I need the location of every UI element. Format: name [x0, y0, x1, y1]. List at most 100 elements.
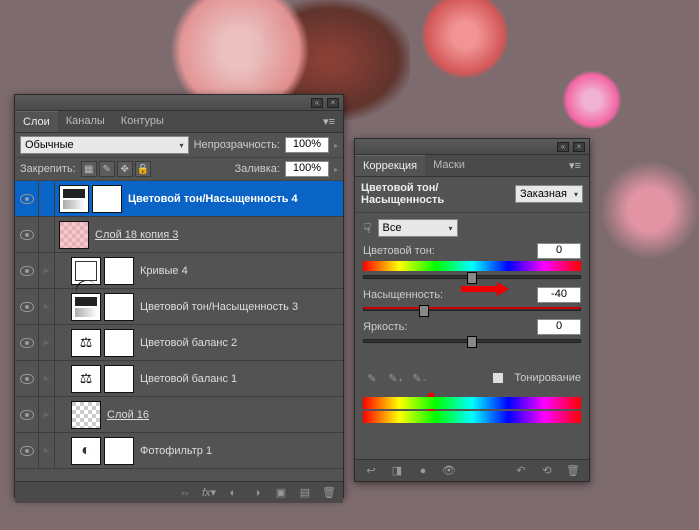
visibility-toggle[interactable]: [15, 217, 39, 252]
layer-thumbnail[interactable]: [71, 257, 101, 285]
colorize-checkbox[interactable]: [492, 372, 504, 384]
lock-all-icon[interactable]: 🔒: [135, 161, 151, 177]
layer-thumbnail[interactable]: [71, 365, 101, 393]
tab-masks[interactable]: Маски: [425, 155, 473, 176]
close-icon[interactable]: ×: [327, 98, 339, 108]
layer-row[interactable]: ▹ Кривые 4: [15, 253, 343, 289]
lock-position-icon[interactable]: ✥: [117, 161, 133, 177]
layer-thumbnail[interactable]: [71, 329, 101, 357]
saturation-input[interactable]: -40: [537, 287, 581, 303]
clip-icon[interactable]: ◨: [387, 463, 407, 479]
layer-style-icon[interactable]: fx▾: [199, 485, 219, 501]
layer-row[interactable]: Слой 18 копия 3: [15, 217, 343, 253]
targeted-adjust-icon[interactable]: ☟: [363, 220, 372, 237]
tab-layers[interactable]: Слои: [15, 111, 58, 132]
panel-menu-icon[interactable]: ▾≡: [315, 111, 343, 132]
trash-icon[interactable]: 🗑: [319, 485, 339, 501]
trash-icon[interactable]: 🗑: [563, 463, 583, 479]
chevron-down-icon[interactable]: ▸: [334, 141, 338, 150]
layer-row[interactable]: ▹ Цветовой баланс 2: [15, 325, 343, 361]
opacity-input[interactable]: 100%: [285, 137, 329, 153]
channel-select[interactable]: Все ▾: [378, 219, 458, 237]
link-col[interactable]: [39, 217, 55, 252]
eyedropper-subtract-icon[interactable]: ✎₋: [411, 369, 429, 387]
lock-transparency-icon[interactable]: ▦: [81, 161, 97, 177]
hue-slider[interactable]: [363, 275, 581, 279]
link-col[interactable]: ▹: [39, 289, 55, 324]
layer-row[interactable]: ▹ Слой 16: [15, 397, 343, 433]
visibility-toggle[interactable]: [15, 181, 39, 216]
mask-thumbnail[interactable]: [104, 437, 134, 465]
tab-correction[interactable]: Коррекция: [355, 155, 425, 176]
layer-list[interactable]: Цветовой тон/Насыщенность 4 Слой 18 копия…: [15, 181, 343, 481]
visibility-toggle[interactable]: [15, 253, 39, 288]
hue-input[interactable]: 0: [537, 243, 581, 259]
layers-titlebar[interactable]: « ×: [15, 95, 343, 111]
blend-mode-select[interactable]: Обычные ▾: [20, 136, 189, 154]
layer-name[interactable]: Фотофильтр 1: [134, 445, 339, 457]
tab-paths[interactable]: Контуры: [113, 111, 172, 132]
eyedropper-add-icon[interactable]: ✎₊: [387, 369, 405, 387]
return-arrow-icon[interactable]: ↩: [361, 463, 381, 479]
view-icon[interactable]: ●: [413, 463, 433, 479]
lock-pixels-icon[interactable]: ✎: [99, 161, 115, 177]
layer-thumbnail[interactable]: [71, 401, 101, 429]
lightness-input[interactable]: 0: [537, 319, 581, 335]
visibility-toggle[interactable]: [15, 433, 39, 468]
hue-slider-thumb[interactable]: [467, 272, 477, 284]
layer-name[interactable]: Слой 16: [101, 409, 339, 421]
layer-name[interactable]: Цветовой баланс 2: [134, 337, 339, 349]
adjust-titlebar[interactable]: « ×: [355, 139, 589, 155]
mask-thumbnail[interactable]: [104, 329, 134, 357]
tab-channels[interactable]: Каналы: [58, 111, 113, 132]
layer-name[interactable]: Цветовой баланс 1: [134, 373, 339, 385]
link-col[interactable]: ▹: [39, 253, 55, 288]
layer-row[interactable]: ▹ Фотофильтр 1: [15, 433, 343, 469]
fill-input[interactable]: 100%: [285, 161, 329, 177]
mask-thumbnail[interactable]: [104, 365, 134, 393]
mask-thumbnail[interactable]: [104, 257, 134, 285]
link-col[interactable]: [39, 181, 55, 216]
layer-row[interactable]: Цветовой тон/Насыщенность 4: [15, 181, 343, 217]
eye-icon[interactable]: 👁: [439, 463, 459, 479]
link-col[interactable]: ▹: [39, 433, 55, 468]
layer-thumbnail[interactable]: [59, 185, 89, 213]
collapse-icon[interactable]: «: [311, 98, 323, 108]
layer-name[interactable]: Цветовой тон/Насыщенность 3: [134, 301, 339, 313]
reset-icon[interactable]: ⟲: [537, 463, 557, 479]
mask-thumbnail[interactable]: [92, 185, 122, 213]
panel-menu-icon[interactable]: ▾≡: [561, 155, 589, 176]
layer-row[interactable]: ▹ Цветовой баланс 1: [15, 361, 343, 397]
layer-thumbnail[interactable]: [59, 221, 89, 249]
visibility-toggle[interactable]: [15, 397, 39, 432]
layer-mask-icon[interactable]: ◐: [223, 485, 243, 501]
lightness-slider[interactable]: [363, 339, 581, 343]
eyedropper-icon[interactable]: ✎: [363, 369, 381, 387]
new-layer-icon[interactable]: ▤: [295, 485, 315, 501]
link-layers-icon[interactable]: ⇔: [175, 485, 195, 501]
saturation-slider[interactable]: [363, 307, 581, 311]
layer-thumbnail[interactable]: [71, 437, 101, 465]
visibility-toggle[interactable]: [15, 289, 39, 324]
collapse-icon[interactable]: «: [557, 142, 569, 152]
hue-spectrum: [363, 261, 581, 271]
mask-thumbnail[interactable]: [104, 293, 134, 321]
layer-name[interactable]: Кривые 4: [134, 265, 339, 277]
chevron-down-icon[interactable]: ▸: [334, 165, 338, 174]
layer-name[interactable]: Цветовой тон/Насыщенность 4: [122, 193, 339, 205]
link-col[interactable]: ▹: [39, 361, 55, 396]
link-col[interactable]: ▹: [39, 325, 55, 360]
close-icon[interactable]: ×: [573, 142, 585, 152]
layer-thumbnail[interactable]: [71, 293, 101, 321]
preset-select[interactable]: Заказная ▾: [515, 185, 583, 203]
visibility-toggle[interactable]: [15, 325, 39, 360]
layer-name[interactable]: Слой 18 копия 3: [89, 229, 339, 241]
layer-row[interactable]: ▹ Цветовой тон/Насыщенность 3: [15, 289, 343, 325]
lightness-slider-thumb[interactable]: [467, 336, 477, 348]
saturation-slider-thumb[interactable]: [419, 305, 429, 317]
visibility-toggle[interactable]: [15, 361, 39, 396]
link-col[interactable]: ▹: [39, 397, 55, 432]
adjustment-layer-icon[interactable]: ◑: [247, 485, 267, 501]
group-icon[interactable]: ▣: [271, 485, 291, 501]
previous-state-icon[interactable]: ↶: [511, 463, 531, 479]
